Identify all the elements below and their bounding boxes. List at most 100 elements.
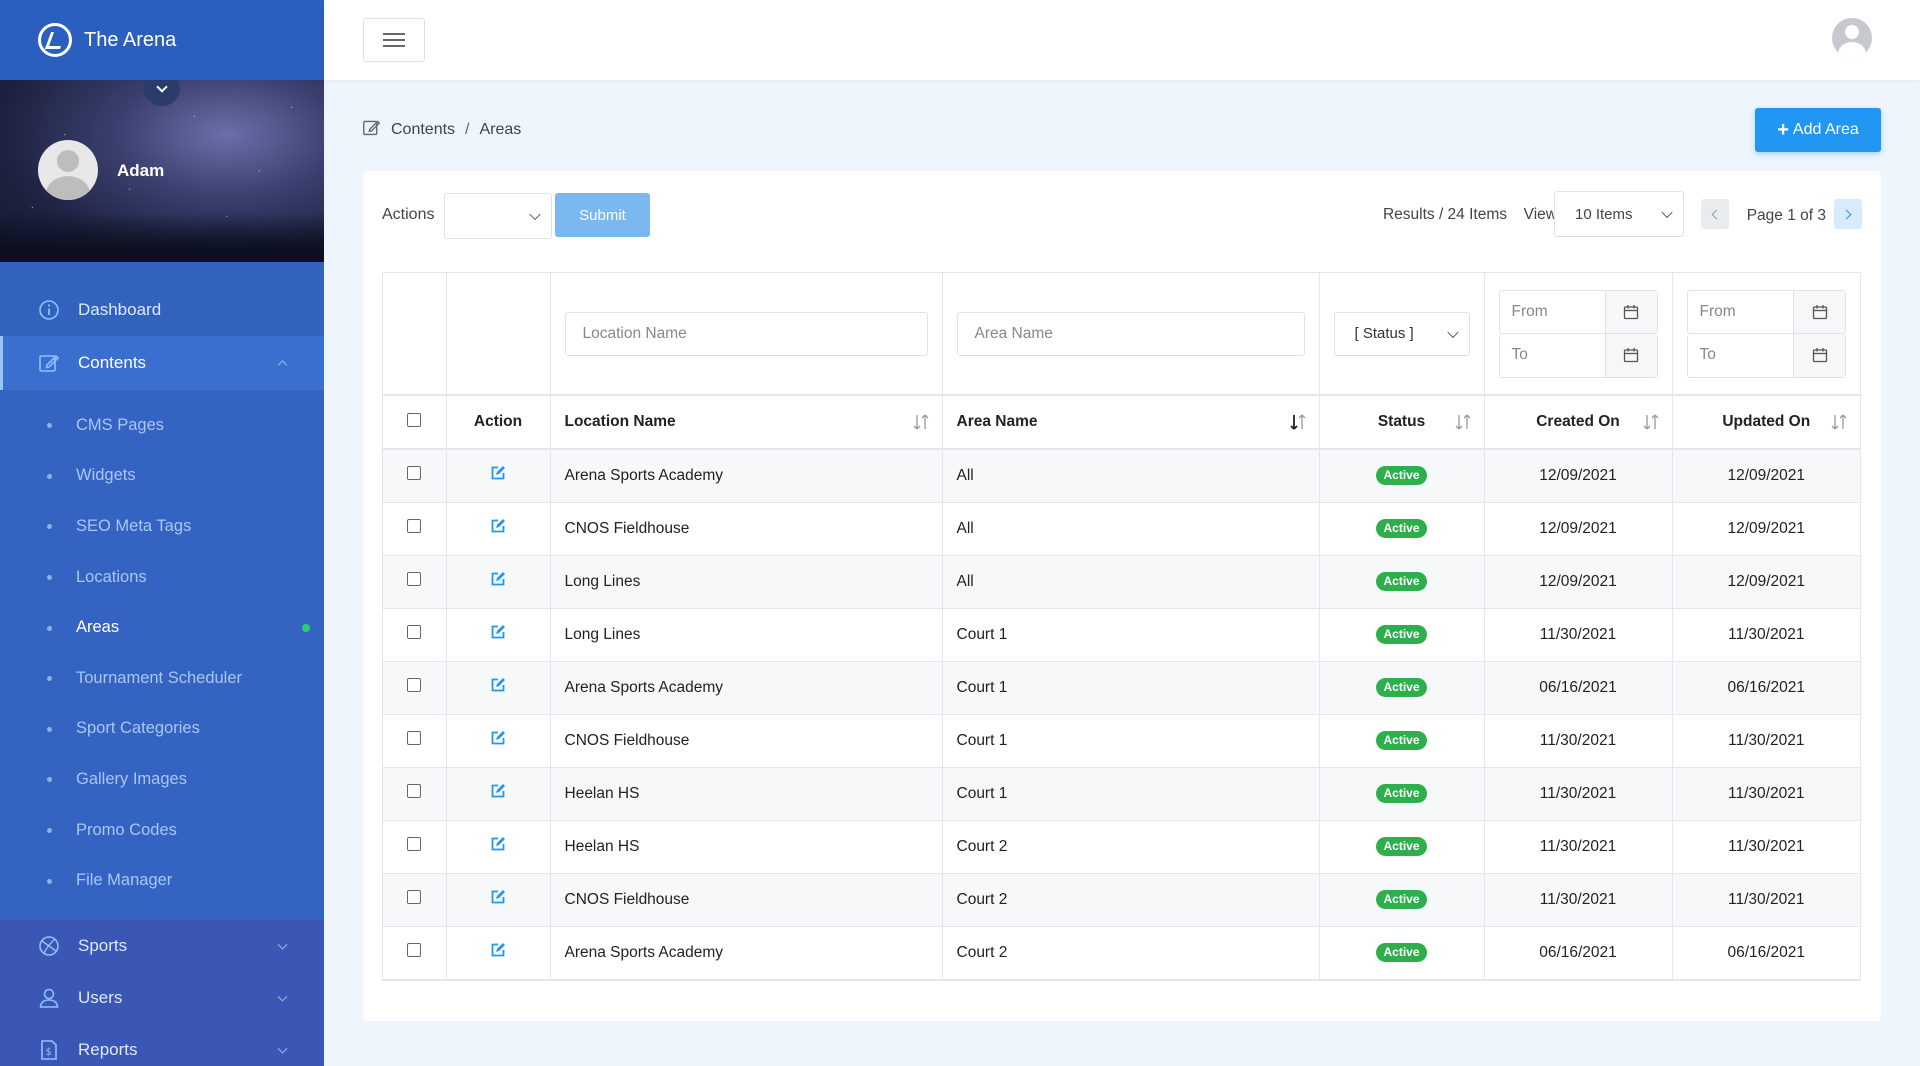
- created-cell: 11/30/2021: [1484, 873, 1673, 927]
- edit-icon[interactable]: [490, 677, 506, 693]
- status-cell: Active: [1319, 502, 1485, 556]
- calendar-icon[interactable]: [1604, 290, 1657, 333]
- status-filter-value: [ Status ]: [1354, 325, 1414, 342]
- sidebar-item-file-manager[interactable]: File Manager: [0, 855, 324, 906]
- status-badge: Active: [1376, 572, 1427, 591]
- location-cell: Heelan HS: [550, 767, 943, 821]
- row-checkbox[interactable]: [407, 625, 422, 639]
- row-checkbox[interactable]: [407, 837, 422, 851]
- edit-icon[interactable]: [490, 465, 506, 481]
- sort-icon[interactable]: [1830, 414, 1848, 430]
- nav-item-users[interactable]: Users: [0, 972, 324, 1024]
- row-checkbox[interactable]: [407, 943, 422, 957]
- sidebar-item-sport-categories[interactable]: Sport Categories: [0, 704, 324, 755]
- row-checkbox[interactable]: [407, 731, 422, 745]
- sort-descending-icon[interactable]: [1289, 414, 1307, 430]
- user-avatar-button[interactable]: [1832, 18, 1872, 58]
- svg-text:$: $: [46, 1047, 52, 1058]
- location-cell: Long Lines: [550, 555, 943, 609]
- edit-icon[interactable]: [490, 730, 506, 746]
- edit-icon[interactable]: [490, 942, 506, 958]
- status-cell: Active: [1319, 555, 1485, 609]
- breadcrumb-contents[interactable]: Contents: [391, 121, 455, 139]
- location-cell: Arena Sports Academy: [550, 449, 943, 503]
- updated-from-date-input[interactable]: From: [1686, 289, 1846, 334]
- column-header-location[interactable]: Location Name: [550, 395, 943, 450]
- area-name-filter-input[interactable]: Area Name: [956, 311, 1305, 356]
- edit-icon[interactable]: [490, 836, 506, 852]
- created-from-date-input[interactable]: From: [1498, 289, 1658, 334]
- row-checkbox[interactable]: [407, 572, 422, 586]
- table-row: CNOS Fieldhouse Court 2 Active 11/30/202…: [383, 873, 1860, 927]
- profile-name: Adam: [117, 161, 165, 180]
- table-row: Arena Sports Academy Court 2 Active 06/1…: [383, 926, 1860, 980]
- calendar-icon[interactable]: [1793, 333, 1845, 377]
- menu-toggle-button[interactable]: [363, 18, 425, 62]
- area-cell: Court 2: [942, 873, 1320, 927]
- calendar-icon[interactable]: [1793, 290, 1845, 333]
- row-action-cell: [446, 555, 551, 609]
- sidebar-item-seo-meta-tags[interactable]: SEO Meta Tags: [0, 501, 324, 552]
- nav-label-sports: Sports: [78, 935, 128, 955]
- previous-page-button[interactable]: [1701, 199, 1729, 229]
- sidebar-item-widgets[interactable]: Widgets: [0, 451, 324, 502]
- nav-item-dashboard[interactable]: Dashboard: [0, 284, 324, 336]
- location-name-filter-input[interactable]: Location Name: [564, 311, 928, 356]
- column-header-status[interactable]: Status: [1319, 395, 1485, 450]
- chevron-down-icon: [277, 1043, 288, 1054]
- sidebar-item-promo-codes[interactable]: Promo Codes: [0, 805, 324, 856]
- row-action-cell: [446, 767, 551, 821]
- calendar-icon[interactable]: [1604, 333, 1657, 377]
- row-checkbox[interactable]: [407, 890, 422, 904]
- submit-button[interactable]: Submit: [555, 193, 650, 237]
- nav-item-sports[interactable]: Sports: [0, 920, 324, 972]
- landscape-silhouette: [0, 212, 324, 262]
- updated-to-date-input[interactable]: To: [1686, 333, 1846, 378]
- edit-icon[interactable]: [490, 783, 506, 799]
- sort-icon[interactable]: [912, 414, 930, 430]
- status-badge: Active: [1376, 625, 1427, 644]
- edit-icon[interactable]: [490, 518, 506, 534]
- row-checkbox[interactable]: [407, 466, 422, 481]
- area-cell: Court 1: [942, 608, 1320, 662]
- sort-icon[interactable]: [1642, 414, 1660, 430]
- nav-item-reports[interactable]: $ Reports: [0, 1024, 324, 1066]
- edit-icon[interactable]: [490, 624, 506, 640]
- column-header-area[interactable]: Area Name: [942, 395, 1320, 450]
- sidebar-item-locations[interactable]: Locations: [0, 552, 324, 603]
- row-select-cell: [383, 502, 447, 556]
- sidebar-item-tournament-scheduler[interactable]: Tournament Scheduler: [0, 653, 324, 704]
- row-checkbox[interactable]: [407, 519, 422, 533]
- select-all-checkbox[interactable]: [407, 412, 422, 427]
- bulk-actions-select[interactable]: [444, 193, 552, 239]
- chevron-left-icon: [1711, 209, 1722, 219]
- updated-cell: 06/16/2021: [1672, 926, 1860, 980]
- add-area-button[interactable]: + Add Area: [1755, 108, 1881, 152]
- sidebar-item-cms-pages[interactable]: CMS Pages: [0, 400, 324, 451]
- sidebar-item-areas[interactable]: Areas: [0, 602, 324, 653]
- area-cell: All: [942, 555, 1320, 609]
- edit-icon[interactable]: [490, 571, 506, 587]
- results-count: Results / 24 Items: [1382, 206, 1507, 223]
- date-placeholder: To: [1511, 346, 1528, 363]
- column-header-updated[interactable]: Updated On: [1672, 395, 1860, 450]
- updated-cell: 11/30/2021: [1672, 767, 1860, 821]
- updated-cell: 12/09/2021: [1672, 555, 1860, 609]
- created-to-date-input[interactable]: To: [1498, 333, 1658, 378]
- status-cell: Active: [1319, 714, 1485, 768]
- row-checkbox[interactable]: [407, 678, 422, 692]
- arena-logo-icon: [38, 23, 72, 57]
- sort-icon[interactable]: [1454, 414, 1472, 430]
- status-filter-select[interactable]: [ Status ]: [1333, 311, 1470, 356]
- table-row: Heelan HS Court 1 Active 11/30/2021 11/3…: [383, 767, 1860, 821]
- breadcrumb-current: Areas: [479, 121, 522, 138]
- edit-icon[interactable]: [490, 889, 506, 905]
- nav-item-contents[interactable]: Contents: [0, 336, 324, 390]
- next-page-button[interactable]: [1834, 199, 1862, 229]
- column-header-created[interactable]: Created On: [1484, 395, 1673, 450]
- brand[interactable]: The Arena: [0, 0, 324, 80]
- row-checkbox[interactable]: [407, 784, 422, 798]
- sidebar-item-gallery-images[interactable]: Gallery Images: [0, 754, 324, 805]
- page-size-select[interactable]: 10 Items: [1554, 191, 1684, 237]
- updated-cell: 11/30/2021: [1672, 820, 1860, 874]
